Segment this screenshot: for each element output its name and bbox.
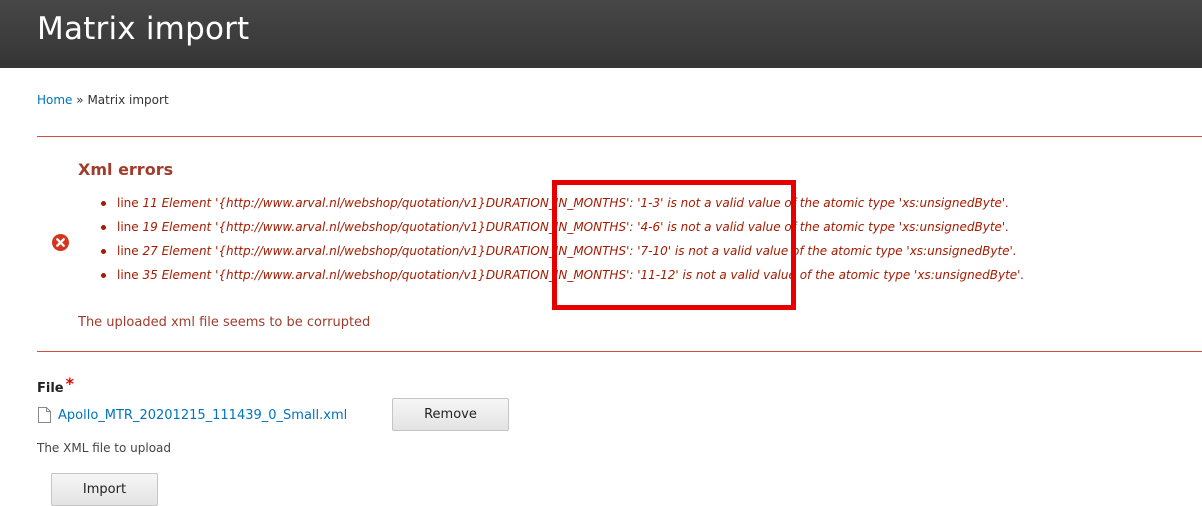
breadcrumb-home-link[interactable]: Home (37, 93, 72, 107)
page-title: Matrix import (37, 11, 250, 47)
file-field-description: The XML file to upload (37, 441, 172, 455)
import-button[interactable]: Import (51, 473, 158, 506)
breadcrumb-current: Matrix import (87, 93, 169, 107)
remove-button[interactable]: Remove (392, 398, 509, 431)
error-line-word: line (117, 220, 143, 234)
error-title: Xml errors (78, 160, 174, 179)
page-header: Matrix import (0, 0, 1202, 68)
file-icon (38, 407, 51, 423)
file-field-label: File * (37, 374, 74, 396)
required-mark: * (65, 374, 74, 393)
error-line-word: line (117, 268, 143, 282)
breadcrumb-separator: » (76, 93, 84, 107)
file-label-text: File (37, 381, 64, 396)
error-line-word: line (117, 244, 143, 258)
error-line-word: line (117, 196, 143, 210)
breadcrumb: Home » Matrix import (37, 93, 169, 107)
annotation-highlight-box (552, 180, 796, 310)
error-footer-text: The uploaded xml file seems to be corrup… (78, 315, 371, 330)
page: Matrix import Home » Matrix import Xml e… (0, 0, 1202, 506)
uploaded-file-link[interactable]: Apollo_MTR_20201215_111439_0_Small.xml (58, 408, 347, 423)
error-x-icon (52, 234, 69, 251)
